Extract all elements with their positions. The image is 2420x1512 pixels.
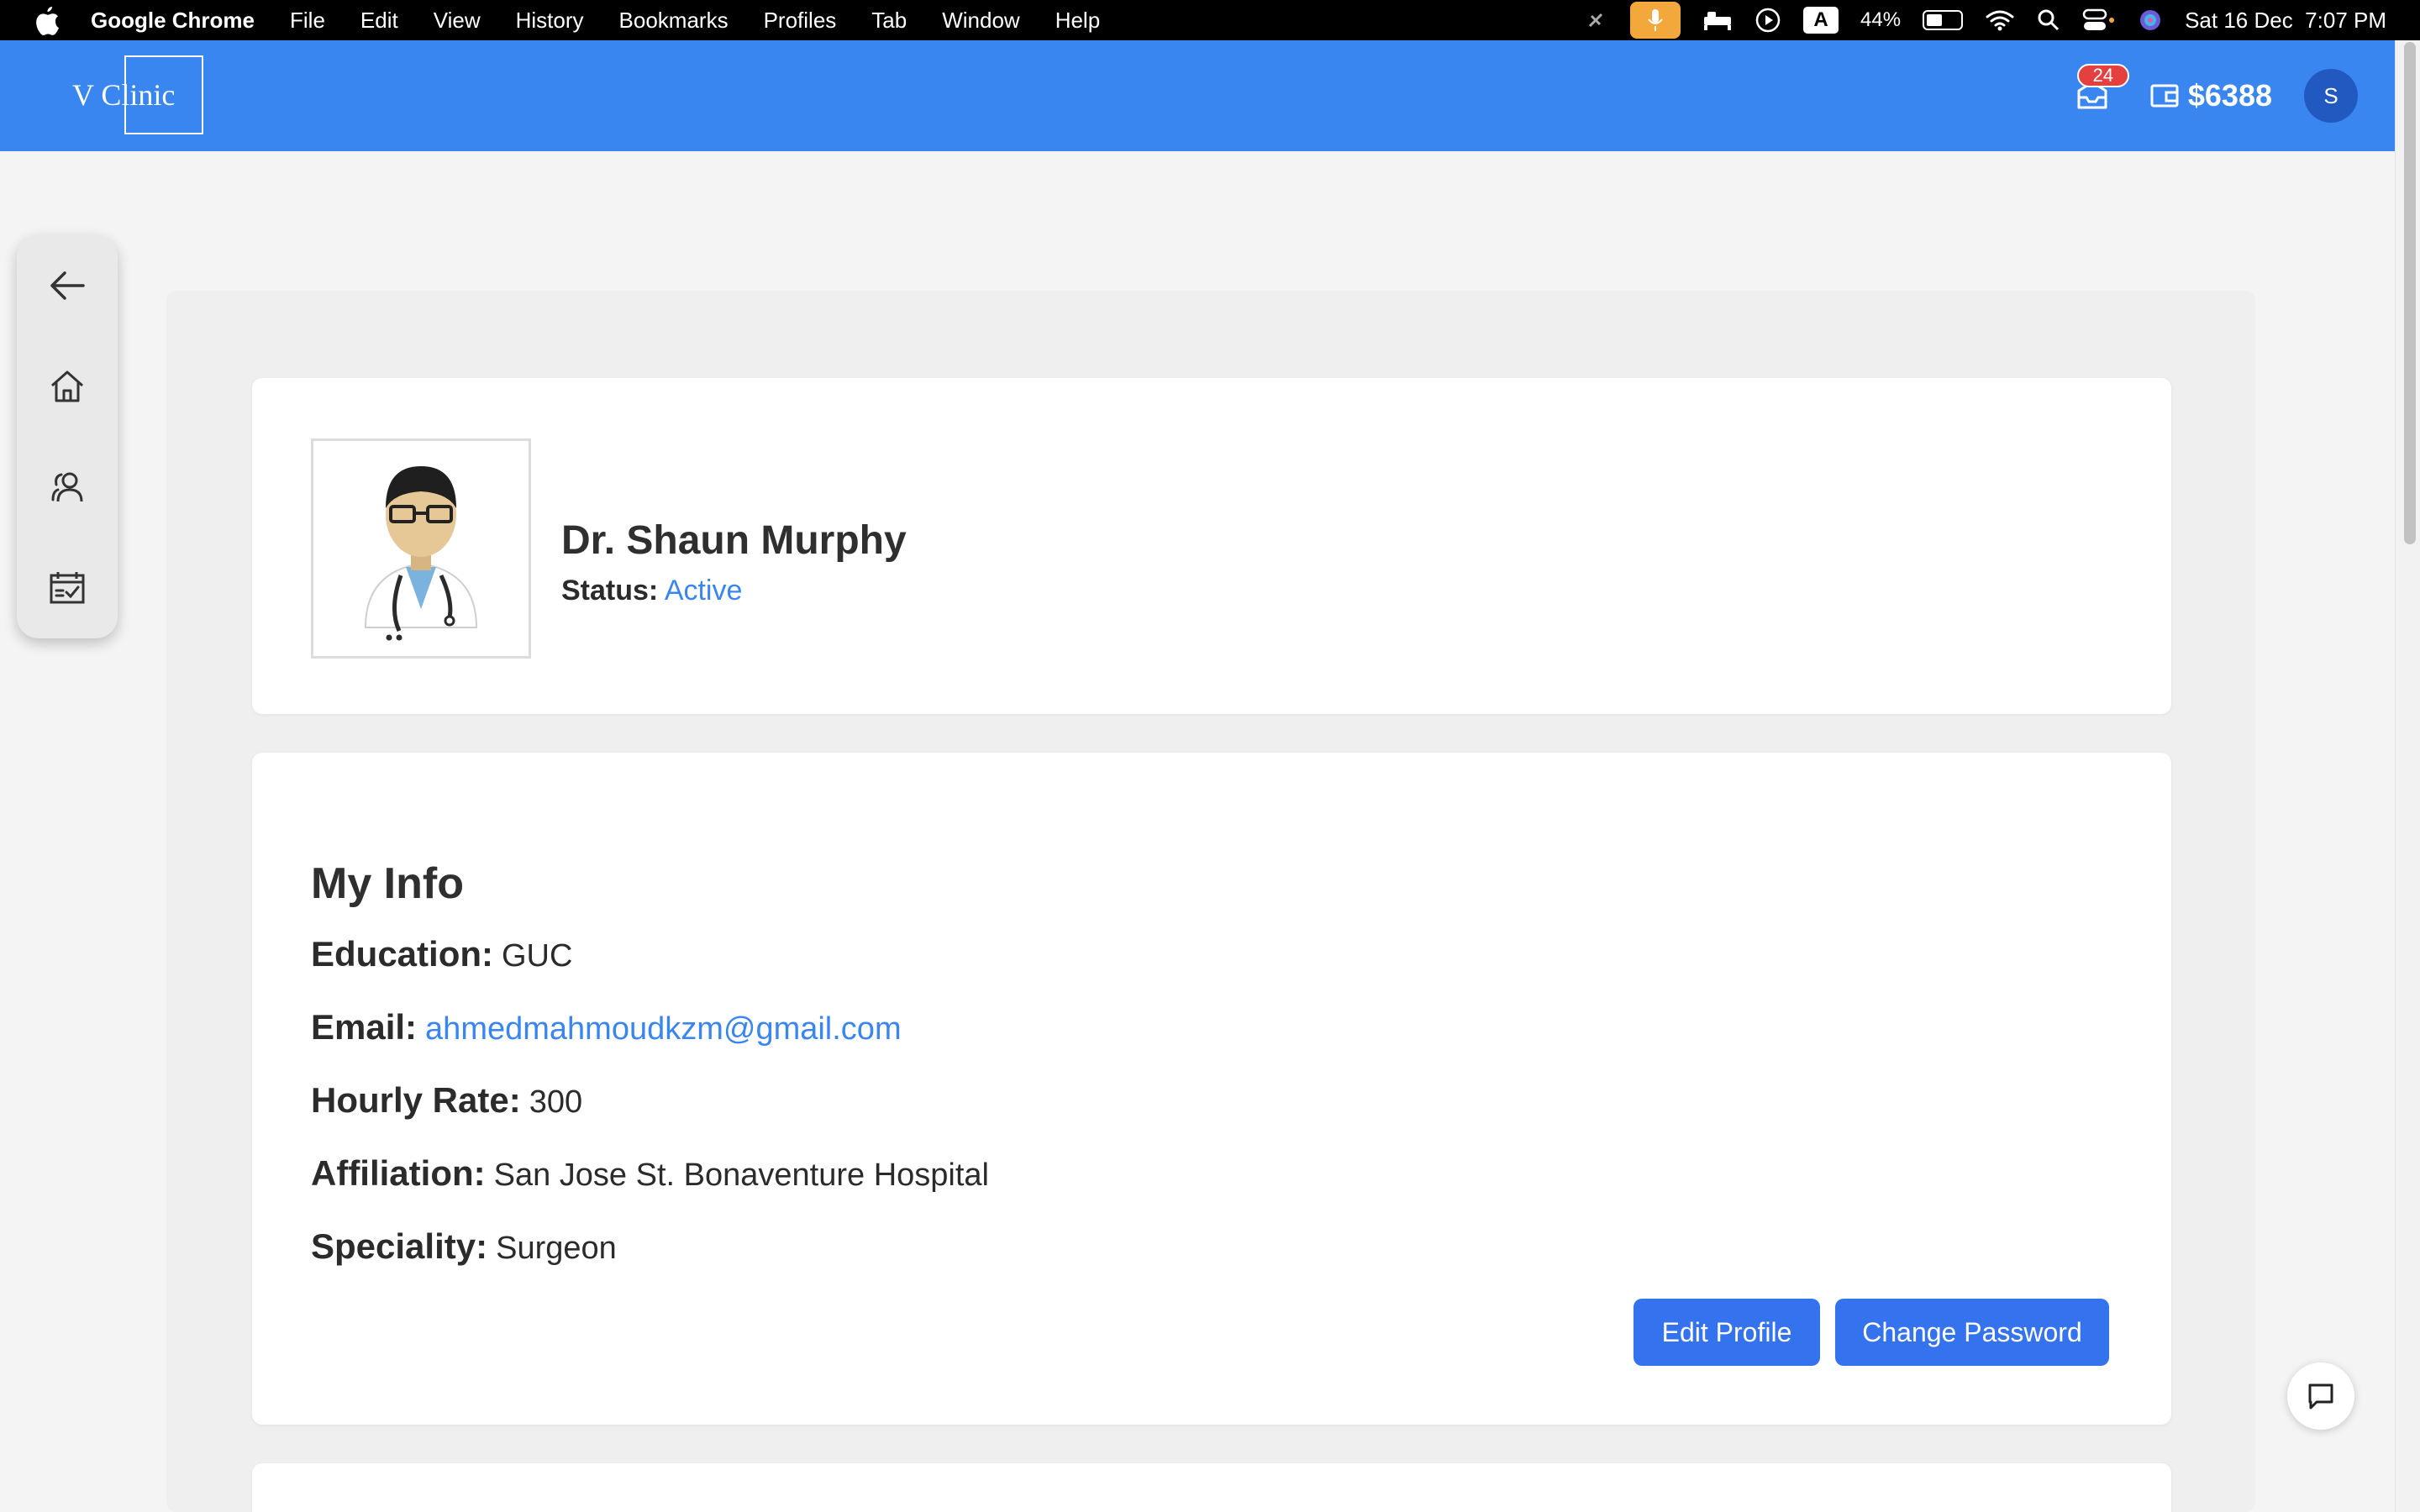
email-link[interactable]: ahmedmahmoudkzm@gmail.com	[425, 1011, 902, 1047]
my-info-card: My Info Education: GUC Email: ahmedmahmoud…	[252, 753, 2171, 1425]
app-header: V Clinic 24 $6388 S	[0, 40, 2395, 151]
apple-icon[interactable]	[34, 5, 60, 35]
menu-edit[interactable]: Edit	[360, 8, 398, 34]
doctor-name: Dr. Shaun Murphy	[561, 518, 907, 563]
main-content: Dr. Shaun Murphy Status: Active My Info …	[166, 291, 2255, 1512]
user-avatar[interactable]: S	[2304, 69, 2358, 123]
menu-file[interactable]: File	[290, 8, 325, 34]
calendar-check-icon	[50, 572, 85, 604]
email-row: Email: ahmedmahmoudkzm@gmail.com	[311, 1007, 902, 1047]
control-center-icon[interactable]	[2082, 8, 2116, 32]
microphone-icon[interactable]	[1630, 2, 1681, 39]
menu-tab[interactable]: Tab	[871, 8, 907, 34]
menu-window[interactable]: Window	[942, 8, 1019, 34]
logo-text: V Clinic	[72, 78, 176, 112]
status-value: Active	[664, 575, 743, 606]
status-line: Status: Active	[561, 575, 742, 607]
page-scrollbar[interactable]	[2395, 40, 2420, 1512]
macos-menu-bar: Google Chrome File Edit View History Boo…	[0, 0, 2420, 40]
battery-percent: 44%	[1860, 8, 1902, 31]
chat-icon	[2308, 1383, 2333, 1410]
users-icon	[51, 472, 83, 502]
education-label: Education:	[311, 934, 493, 974]
inbox-button[interactable]: 24	[2072, 64, 2129, 116]
side-navigation	[17, 235, 118, 638]
home-icon	[51, 370, 83, 402]
status-label: Status:	[561, 575, 659, 606]
doctor-avatar-illustration	[364, 466, 478, 641]
nav-home[interactable]	[44, 363, 91, 410]
notification-badge: 24	[2076, 64, 2129, 87]
spotlight-search-icon[interactable]	[2037, 8, 2060, 32]
edit-profile-button[interactable]: Edit Profile	[1634, 1299, 1820, 1366]
education-row: Education: GUC	[311, 934, 572, 974]
muted-icon[interactable]	[1583, 8, 1608, 33]
speciality-value: Surgeon	[496, 1231, 617, 1266]
battery-icon[interactable]	[1923, 10, 1964, 30]
hourly-rate-value: 300	[529, 1084, 583, 1120]
email-label: Email:	[311, 1007, 418, 1047]
input-source-indicator[interactable]: A	[1803, 7, 1839, 34]
speciality-row: Speciality: Surgeon	[311, 1226, 617, 1267]
chat-button[interactable]	[2287, 1362, 2354, 1430]
menu-profiles[interactable]: Profiles	[764, 8, 837, 34]
my-info-heading: My Info	[311, 859, 464, 908]
hourly-rate-row: Hourly Rate: 300	[311, 1080, 582, 1121]
affiliation-label: Affiliation:	[311, 1153, 486, 1193]
wallet-amount: $6388	[2187, 78, 2272, 113]
profile-card: Dr. Shaun Murphy Status: Active	[252, 378, 2171, 714]
menu-history[interactable]: History	[516, 8, 584, 34]
hourly-rate-label: Hourly Rate:	[311, 1080, 521, 1120]
menu-bookmarks[interactable]: Bookmarks	[619, 8, 729, 34]
menu-view[interactable]: View	[434, 8, 481, 34]
change-password-button[interactable]: Change Password	[1835, 1299, 2109, 1366]
back-button[interactable]	[44, 262, 91, 309]
wallet-icon	[2150, 84, 2179, 108]
nav-appointments[interactable]	[44, 564, 91, 612]
arrow-left-icon	[50, 271, 85, 300]
affiliation-row: Affiliation: San Jose St. Bonaventure Hos…	[311, 1153, 989, 1194]
affiliation-value: San Jose St. Bonaventure Hospital	[493, 1158, 989, 1193]
siri-icon[interactable]	[2138, 8, 2163, 33]
wallet-balance[interactable]: $6388	[2149, 78, 2272, 113]
nav-patients[interactable]	[44, 464, 91, 511]
wifi-icon[interactable]	[1985, 8, 2015, 32]
menu-app-name[interactable]: Google Chrome	[91, 8, 255, 34]
play-circle-icon[interactable]	[1754, 7, 1781, 34]
next-card	[252, 1463, 2171, 1512]
clock[interactable]: Sat 16 Dec 7:07 PM	[2185, 8, 2386, 34]
speciality-label: Speciality:	[311, 1226, 488, 1266]
scrollbar-thumb[interactable]	[2404, 42, 2416, 544]
doctor-photo	[311, 438, 531, 659]
bed-icon[interactable]	[1702, 8, 1733, 32]
education-value: GUC	[502, 938, 573, 974]
menu-help[interactable]: Help	[1055, 8, 1100, 34]
